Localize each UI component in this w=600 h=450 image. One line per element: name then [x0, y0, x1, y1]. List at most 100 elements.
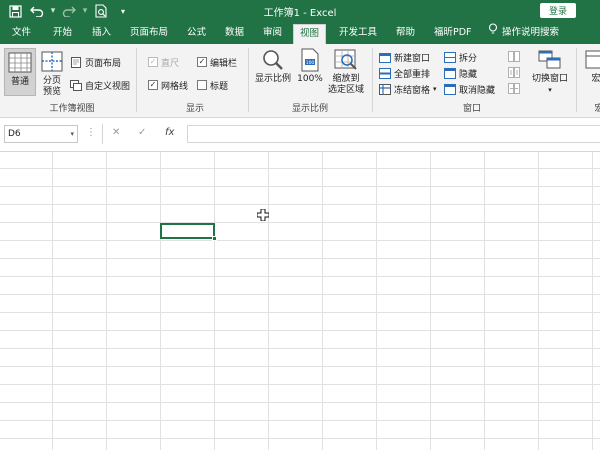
reset-window-position-icon[interactable] [508, 83, 520, 94]
formula-bar-check-icon: ✓ [197, 57, 207, 67]
name-box-dropdown-icon[interactable]: ▾ [70, 126, 74, 142]
page-layout-view-button[interactable]: 页面布局 [70, 55, 121, 69]
page-break-preview-button[interactable]: 分页 预览 [38, 48, 66, 100]
confirm-entry-button[interactable]: ✓ [138, 127, 146, 138]
zoom-to-selection-button[interactable]: 缩放到 选定区域 [326, 48, 366, 100]
headings-checkbox[interactable]: 标题 [197, 78, 228, 92]
gridlines-label: 网格线 [161, 81, 189, 92]
headings-label: 标题 [210, 81, 229, 92]
unhide-button[interactable]: 取消隐藏 [444, 82, 495, 96]
tab-data[interactable]: 数据 [219, 22, 250, 44]
cell-cursor-icon [256, 208, 270, 222]
headings-check-icon [197, 80, 207, 90]
gridlines-checkbox[interactable]: ✓ 网格线 [148, 78, 188, 92]
window-title: 工作簿1 - Excel [263, 8, 337, 19]
page-break-preview-label-2: 预览 [42, 87, 61, 97]
group-divider [248, 48, 249, 112]
freeze-panes-label: 冻结窗格 [394, 85, 431, 96]
split-button[interactable]: 拆分 [444, 50, 477, 64]
gridlines-check-icon: ✓ [148, 80, 158, 90]
arrange-all-button[interactable]: 全部重排 [379, 66, 430, 80]
group-divider [136, 48, 137, 112]
arrange-all-label: 全部重排 [394, 69, 431, 80]
new-window-label: 新建窗口 [394, 53, 431, 64]
zoom-100-icon: 100 [301, 48, 319, 72]
zoom-label: 显示比例 [254, 74, 291, 84]
zoom-to-selection-icon [334, 49, 357, 70]
view-side-by-side-icon[interactable] [508, 51, 520, 62]
cancel-entry-button[interactable]: ✕ [112, 127, 120, 138]
macros-group-label: 宏 [592, 101, 600, 114]
split-icon [444, 51, 456, 63]
tell-me-search[interactable]: 操作说明搜索 [488, 22, 559, 44]
ruler-label: 直尺 [161, 58, 180, 69]
hide-label: 隐藏 [459, 69, 478, 80]
hide-icon [444, 67, 456, 79]
split-label: 拆分 [459, 53, 478, 64]
fill-handle[interactable] [212, 236, 217, 241]
arrange-all-icon [379, 67, 391, 79]
group-divider [576, 48, 577, 112]
formula-bar: D6 ▾ ⋮ ✕ ✓ fx [0, 118, 600, 152]
switch-windows-dropdown-icon: ▾ [548, 86, 552, 94]
group-divider [372, 48, 373, 112]
tab-insert[interactable]: 插入 [86, 22, 117, 44]
zoom-to-selection-label-1: 缩放到 [332, 74, 360, 84]
formula-bar-checkbox[interactable]: ✓ 编辑栏 [197, 55, 237, 69]
hide-button[interactable]: 隐藏 [444, 66, 477, 80]
workbook-views-group-label: 工作簿视图 [49, 104, 95, 114]
formula-input[interactable] [187, 125, 600, 143]
normal-view-icon [8, 52, 32, 73]
name-box[interactable]: D6 ▾ [4, 125, 78, 143]
insert-function-button[interactable]: fx [165, 127, 174, 138]
switch-windows-label: 切换窗口 [531, 74, 568, 84]
ribbon-view: 普通 分页 预览 页面布局 自定义视图 工作簿视图 ✓ 直尺 ✓ 编辑栏 ✓ 网… [0, 44, 600, 118]
magnifier-icon [263, 50, 283, 70]
login-button[interactable]: 登录 [540, 3, 576, 18]
name-box-value: D6 [8, 129, 21, 139]
page-break-preview-label-1: 分页 [42, 76, 61, 86]
zoom-100-label: 100% [297, 74, 323, 84]
ruler-check-icon: ✓ [148, 57, 158, 67]
new-window-button[interactable]: 新建窗口 [379, 50, 430, 64]
tab-developer[interactable]: 开发工具 [333, 22, 383, 44]
title-bar: ▾ ▾ ▾ 工作簿1 - Excel 登录 [0, 0, 600, 22]
zoom-button[interactable]: 显示比例 [254, 48, 292, 96]
worksheet-grid[interactable] [0, 152, 600, 450]
window-group-label: 窗口 [462, 104, 481, 114]
macros-label: 宏 [591, 74, 600, 84]
tab-review[interactable]: 审阅 [257, 22, 288, 44]
synchronous-scrolling-icon[interactable] [508, 67, 520, 78]
formula-bar-label: 编辑栏 [210, 58, 238, 69]
lightbulb-icon [488, 22, 498, 44]
unhide-icon [444, 83, 456, 95]
switch-windows-button[interactable]: 切换窗口 ▾ [528, 48, 572, 100]
tab-view[interactable]: 视图 [293, 24, 327, 44]
ribbon-tabs: 文件 开始 插入 页面布局 公式 数据 审阅 视图 开发工具 帮助 福昕PDF … [0, 22, 600, 44]
tab-help[interactable]: 帮助 [390, 22, 421, 44]
tab-formulas[interactable]: 公式 [181, 22, 212, 44]
tab-home[interactable]: 开始 [47, 22, 78, 44]
tab-file[interactable]: 文件 [6, 22, 37, 44]
zoom-100-button[interactable]: 100 100% [296, 48, 324, 96]
freeze-panes-icon [379, 83, 391, 95]
formula-bar-grip-icon[interactable]: ⋮ [86, 127, 96, 138]
normal-view-button[interactable]: 普通 [4, 48, 36, 96]
zoom-group-label: 显示比例 [291, 104, 328, 114]
freeze-panes-button[interactable]: 冻结窗格 ▾ [379, 82, 437, 96]
custom-views-button[interactable]: 自定义视图 [70, 78, 130, 92]
freeze-panes-dropdown-icon: ▾ [433, 85, 437, 93]
zoom-to-selection-label-2: 选定区域 [327, 85, 364, 95]
macros-icon [585, 50, 600, 69]
active-cell-selection[interactable] [160, 223, 217, 241]
macros-button[interactable]: 宏 [584, 48, 600, 100]
new-window-icon [379, 52, 391, 63]
tab-page-layout[interactable]: 页面布局 [124, 22, 174, 44]
custom-views-icon [70, 79, 82, 91]
page-layout-label: 页面布局 [85, 58, 122, 69]
tab-foxit-pdf[interactable]: 福昕PDF [428, 22, 478, 44]
page-layout-icon [71, 56, 81, 68]
custom-views-label: 自定义视图 [85, 81, 131, 92]
ruler-checkbox[interactable]: ✓ 直尺 [148, 55, 179, 69]
unhide-label: 取消隐藏 [459, 85, 496, 96]
